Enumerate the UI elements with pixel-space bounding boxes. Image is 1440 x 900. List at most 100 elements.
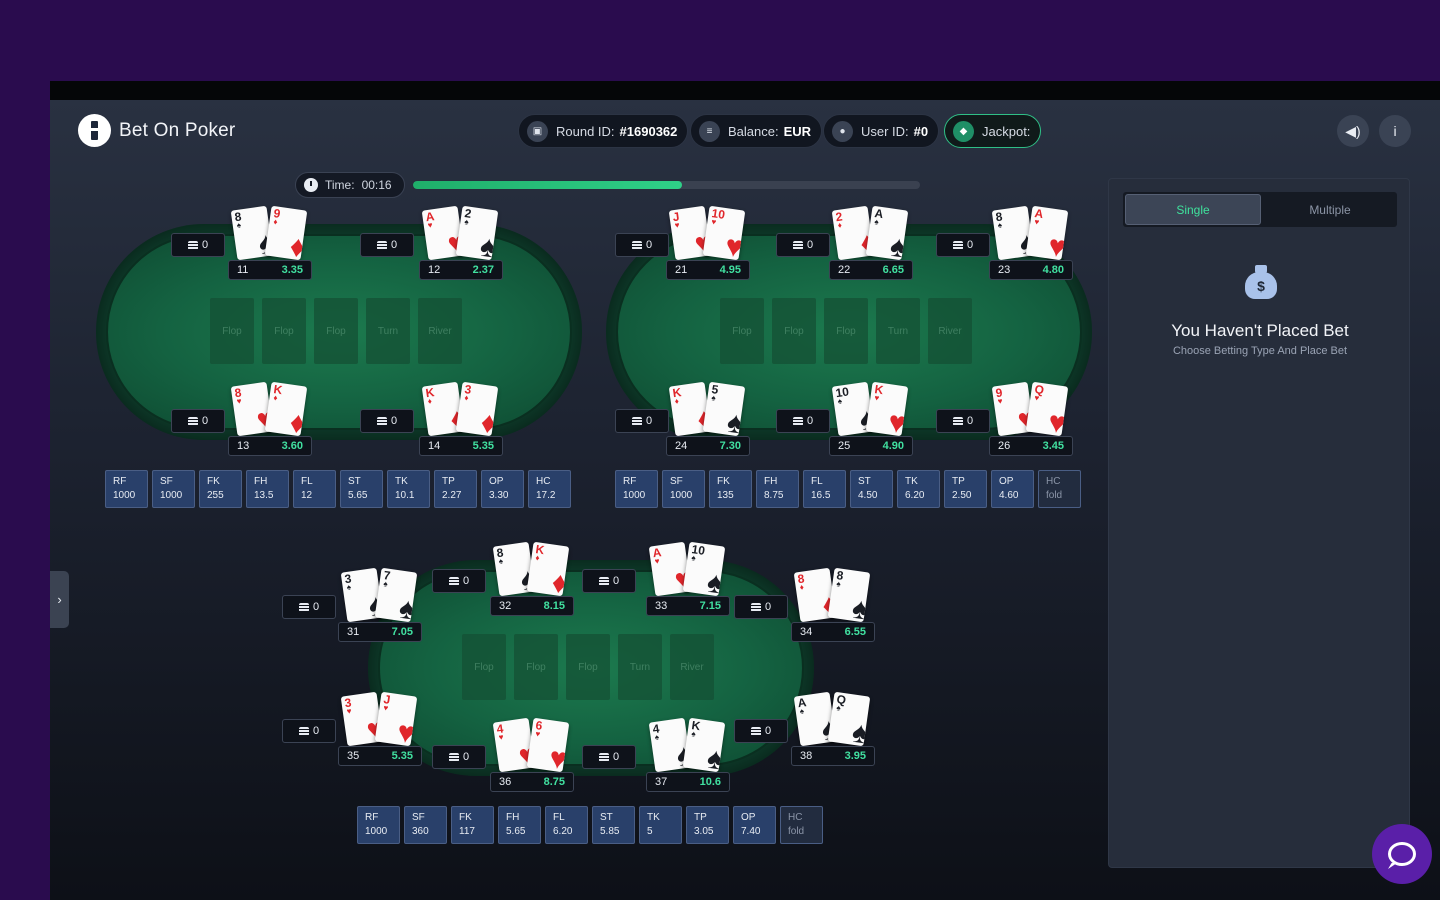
player-seat-23[interactable]: 8 ♠ ♠ A ♥ ♥ 23 4.80 <box>989 205 1073 280</box>
hand-odds-tp[interactable]: TP 3.05 <box>686 806 729 844</box>
player-seat-35[interactable]: 3 ♥ ♥ J ♥ ♥ 35 5.35 <box>338 691 422 766</box>
hand-odds-rf[interactable]: RF 1000 <box>357 806 400 844</box>
info-button[interactable]: i <box>1379 115 1411 147</box>
hand-odds-tk[interactable]: TK 10.1 <box>387 470 430 508</box>
logo[interactable]: Bet On Poker <box>78 114 235 147</box>
chip-bet-button[interactable]: 0 <box>432 569 486 593</box>
chip-bet-button[interactable]: 0 <box>171 409 225 433</box>
hand-odds-op[interactable]: OP 3.30 <box>481 470 524 508</box>
hand-odds-rf[interactable]: RF 1000 <box>105 470 148 508</box>
player-seat-24[interactable]: K ♦ ♦ 5 ♠ ♠ 24 7.30 <box>666 381 750 456</box>
player-seat-38[interactable]: A ♠ ♠ Q ♠ ♠ 38 3.95 <box>791 691 875 766</box>
hand-odds-op[interactable]: OP 4.60 <box>991 470 1034 508</box>
hand-code: HC <box>788 812 803 823</box>
chip-bet-button[interactable]: 0 <box>734 719 788 743</box>
player-seat-22[interactable]: 2 ♦ ♦ A ♠ ♠ 22 6.65 <box>829 205 913 280</box>
hand-odds-fk[interactable]: FK 117 <box>451 806 494 844</box>
hand-odds-fh[interactable]: FH 13.5 <box>246 470 289 508</box>
chip-bet-button[interactable]: 0 <box>734 595 788 619</box>
chip-stack-icon <box>448 576 459 586</box>
player-seat-32[interactable]: 8 ♠ ♠ K ♦ ♦ 32 8.15 <box>490 541 574 616</box>
hand-odds-fh[interactable]: FH 5.65 <box>498 806 541 844</box>
player-seat-14[interactable]: K ♦ ♦ 3 ♦ ♦ 14 5.35 <box>419 381 503 456</box>
chip-bet-button[interactable]: 0 <box>776 409 830 433</box>
card-suit-icon: ♠ <box>873 217 880 227</box>
player-odds-bar[interactable]: 37 10.6 <box>646 772 730 792</box>
hand-odds-value: 1000 <box>670 490 693 501</box>
player-seat-37[interactable]: 4 ♠ ♠ K ♠ ♠ 37 10.6 <box>646 717 730 792</box>
hand-code: RF <box>365 812 379 823</box>
hand-odds-sf[interactable]: SF 360 <box>404 806 447 844</box>
hand-odds-tp[interactable]: TP 2.27 <box>434 470 477 508</box>
chip-bet-button[interactable]: 0 <box>936 409 990 433</box>
hand-odds-fl[interactable]: FL 12 <box>293 470 336 508</box>
player-odds-bar[interactable]: 23 4.80 <box>989 260 1073 280</box>
hand-odds-hc[interactable]: HC 17.2 <box>528 470 571 508</box>
player-odds-bar[interactable]: 14 5.35 <box>419 436 503 456</box>
chip-bet-button[interactable]: 0 <box>582 745 636 769</box>
jackpot-pill[interactable]: ◆ Jackpot: <box>944 114 1042 148</box>
chip-bet-button[interactable]: 0 <box>776 233 830 257</box>
player-odds-bar[interactable]: 22 6.65 <box>829 260 913 280</box>
player-odds-bar[interactable]: 35 5.35 <box>338 746 422 766</box>
chip-bet-button[interactable]: 0 <box>171 233 225 257</box>
sidebar-toggle[interactable]: › <box>50 571 69 628</box>
player-seat-25[interactable]: 10 ♠ ♠ K ♥ ♥ 25 4.90 <box>829 381 913 456</box>
chat-button[interactable] <box>1372 824 1432 884</box>
hand-odds-tk[interactable]: TK 5 <box>639 806 682 844</box>
player-seat-26[interactable]: 9 ♥ ♥ Q ♥ ♥ 26 3.45 <box>989 381 1073 456</box>
player-odds-bar[interactable]: 24 7.30 <box>666 436 750 456</box>
hand-odds-fl[interactable]: FL 6.20 <box>545 806 588 844</box>
player-odds-bar[interactable]: 25 4.90 <box>829 436 913 456</box>
hand-odds-op[interactable]: OP 7.40 <box>733 806 776 844</box>
hand-odds-st[interactable]: ST 5.65 <box>340 470 383 508</box>
player-seat-36[interactable]: 4 ♥ ♥ 6 ♥ ♥ 36 8.75 <box>490 717 574 792</box>
chip-bet-button[interactable]: 0 <box>582 569 636 593</box>
hand-odds-st[interactable]: ST 5.85 <box>592 806 635 844</box>
player-odds-bar[interactable]: 13 3.60 <box>228 436 312 456</box>
hand-odds-tk[interactable]: TK 6.20 <box>897 470 940 508</box>
player-odds-bar[interactable]: 31 7.05 <box>338 622 422 642</box>
chip-bet-button[interactable]: 0 <box>615 409 669 433</box>
hand-odds-hc[interactable]: HC fold <box>780 806 823 844</box>
player-odds-bar[interactable]: 21 4.95 <box>666 260 750 280</box>
card-suit-large-icon: ♦ <box>287 405 308 437</box>
hand-odds-fh[interactable]: FH 8.75 <box>756 470 799 508</box>
hand-odds-tp[interactable]: TP 2.50 <box>944 470 987 508</box>
chip-bet-button[interactable]: 0 <box>282 719 336 743</box>
player-seat-12[interactable]: A ♥ ♥ 2 ♠ ♠ 12 2.37 <box>419 205 503 280</box>
hand-odds-rf[interactable]: RF 1000 <box>615 470 658 508</box>
hand-odds-fk[interactable]: FK 135 <box>709 470 752 508</box>
hand-odds-sf[interactable]: SF 1000 <box>662 470 705 508</box>
hand-odds-fk[interactable]: FK 255 <box>199 470 242 508</box>
player-odds-bar[interactable]: 32 8.15 <box>490 596 574 616</box>
player-seat-31[interactable]: 3 ♠ ♠ 7 ♠ ♠ 31 7.05 <box>338 567 422 642</box>
card-suit-large-icon: ♥ <box>1046 405 1069 437</box>
player-odds-bar[interactable]: 12 2.37 <box>419 260 503 280</box>
player-seat-34[interactable]: 8 ♦ ♦ 8 ♠ ♠ 34 6.55 <box>791 567 875 642</box>
player-odds-bar[interactable]: 38 3.95 <box>791 746 875 766</box>
chip-bet-button[interactable]: 0 <box>282 595 336 619</box>
hand-odds-sf[interactable]: SF 1000 <box>152 470 195 508</box>
player-seat-33[interactable]: A ♥ ♥ 10 ♠ ♠ 33 7.15 <box>646 541 730 616</box>
tab-single[interactable]: Single <box>1125 194 1261 225</box>
hand-code: FK <box>207 476 220 487</box>
hand-odds-st[interactable]: ST 4.50 <box>850 470 893 508</box>
player-seat-13[interactable]: 8 ♥ ♥ K ♦ ♦ 13 3.60 <box>228 381 312 456</box>
player-odds-bar[interactable]: 11 3.35 <box>228 260 312 280</box>
player-odds-bar[interactable]: 33 7.15 <box>646 596 730 616</box>
hand-odds-fl[interactable]: FL 16.5 <box>803 470 846 508</box>
player-seat-21[interactable]: J ♥ ♥ 10 ♥ ♥ 21 4.95 <box>666 205 750 280</box>
player-odds-bar[interactable]: 36 8.75 <box>490 772 574 792</box>
player-odds-bar[interactable]: 26 3.45 <box>989 436 1073 456</box>
chip-bet-button[interactable]: 0 <box>432 745 486 769</box>
tab-multiple[interactable]: Multiple <box>1263 192 1397 227</box>
sound-button[interactable]: ◀) <box>1337 115 1369 147</box>
chip-bet-button[interactable]: 0 <box>360 233 414 257</box>
chip-bet-button[interactable]: 0 <box>360 409 414 433</box>
player-seat-11[interactable]: 8 ♠ ♠ 9 ♦ ♦ 11 3.35 <box>228 205 312 280</box>
chip-bet-button[interactable]: 0 <box>615 233 669 257</box>
player-odds-bar[interactable]: 34 6.55 <box>791 622 875 642</box>
hand-odds-hc[interactable]: HC fold <box>1038 470 1081 508</box>
chip-bet-button[interactable]: 0 <box>936 233 990 257</box>
